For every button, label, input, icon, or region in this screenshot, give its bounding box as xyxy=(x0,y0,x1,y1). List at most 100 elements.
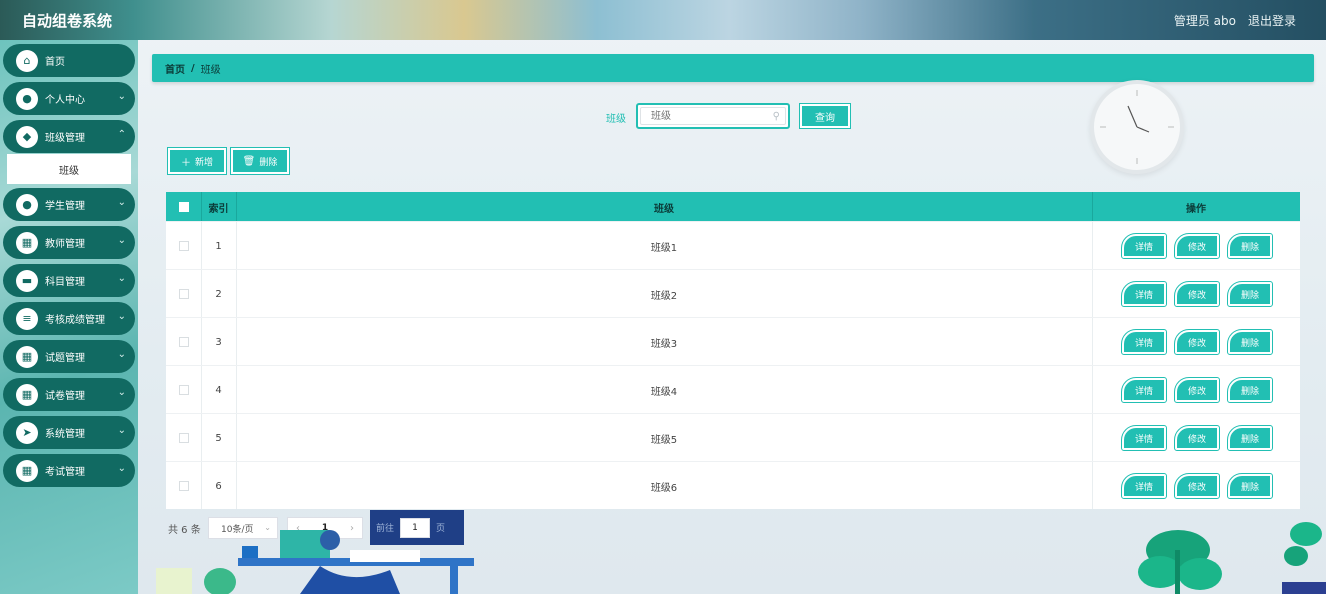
edit-button[interactable]: 修改 xyxy=(1174,329,1220,355)
delete-button[interactable]: 删除 xyxy=(1227,329,1273,355)
sidebar-item-home[interactable]: ⌂ 首页 xyxy=(3,44,135,77)
breadcrumb-home[interactable]: 首页 xyxy=(165,61,185,76)
table-row: 1 班级1 详情 修改 删除 xyxy=(166,221,1300,269)
sidebar-subitem-class[interactable]: 班级 xyxy=(7,154,131,184)
chevron-down-icon: ⌄ xyxy=(117,349,126,360)
edit-button[interactable]: 修改 xyxy=(1174,281,1220,307)
sidebar-item-label: 教师管理 xyxy=(45,239,85,250)
row-index: 5 xyxy=(215,432,222,444)
sidebar-item-label: 首页 xyxy=(45,57,65,68)
row-class-name: 班级5 xyxy=(650,434,678,446)
table-row: 4 班级4 详情 修改 删除 xyxy=(166,365,1300,413)
logout-link[interactable]: 退出登录 xyxy=(1248,12,1296,29)
top-header: 自动组卷系统 管理员 abo 退出登录 xyxy=(0,0,1326,40)
row-checkbox-cell xyxy=(166,366,201,414)
table-header: 索引 班级 操作 xyxy=(166,192,1300,222)
row-index: 1 xyxy=(215,240,222,252)
chevron-down-icon: ⌄ xyxy=(117,425,126,436)
chevron-up-icon: ⌃ xyxy=(117,129,126,140)
class-table: 索引 班级 操作 1 班级1 详情 修改 删除 2 班级2 详情 修改 删除 3 xyxy=(166,192,1300,509)
sidebar-item-teacher-management[interactable]: ▦ 教师管理 ⌄ xyxy=(3,226,135,259)
delete-button[interactable]: 删除 xyxy=(1227,377,1273,403)
sidebar-item-label: 考试管理 xyxy=(45,467,85,478)
sidebar-item-label: 试卷管理 xyxy=(45,391,85,402)
desk-illustration xyxy=(156,530,474,594)
chevron-down-icon: ⌄ xyxy=(117,311,126,322)
select-all-checkbox[interactable] xyxy=(178,202,189,212)
delete-button[interactable]: 删除 xyxy=(1227,473,1273,499)
sidebar-item-student-management[interactable]: ● 学生管理 ⌄ xyxy=(3,188,135,221)
sidebar-item-label: 班级管理 xyxy=(45,133,85,144)
row-class-name: 班级1 xyxy=(650,242,678,254)
sidebar: ⌂ 首页 ● 个人中心 ⌄ ◆ 班级管理 ⌃ 班级 ● 学生管理 ⌄ ▦ 教师管… xyxy=(0,40,138,594)
row-checkbox[interactable] xyxy=(178,481,189,491)
detail-button[interactable]: 详情 xyxy=(1121,281,1167,307)
row-checkbox-cell xyxy=(166,222,201,270)
sidebar-item-class-management[interactable]: ◆ 班级管理 ⌃ xyxy=(3,120,135,153)
chevron-down-icon: ⌄ xyxy=(117,387,126,398)
row-class-name: 班级3 xyxy=(650,338,678,350)
row-checkbox[interactable] xyxy=(178,385,189,395)
sidebar-item-paper-management[interactable]: ▦ 试卷管理 ⌄ xyxy=(3,378,135,411)
row-index: 3 xyxy=(215,336,222,348)
breadcrumb-separator: / xyxy=(191,62,195,74)
breadcrumb: 首页 / 班级 xyxy=(152,54,1314,82)
table-row: 2 班级2 详情 修改 删除 xyxy=(166,269,1300,317)
chevron-down-icon: ⌄ xyxy=(117,91,126,102)
sidebar-item-score-management[interactable]: ≡ 考核成绩管理 ⌄ xyxy=(3,302,135,335)
sidebar-item-subject-management[interactable]: ▬ 科目管理 ⌄ xyxy=(3,264,135,297)
delete-button[interactable]: 删除 xyxy=(1227,425,1273,451)
add-button[interactable]: ＋ 新增 xyxy=(167,147,227,175)
row-class-name: 班级2 xyxy=(650,290,678,302)
sidebar-item-label: 个人中心 xyxy=(45,95,85,106)
sidebar-item-question-management[interactable]: ▦ 试题管理 ⌄ xyxy=(3,340,135,373)
detail-button[interactable]: 详情 xyxy=(1121,233,1167,259)
detail-button[interactable]: 详情 xyxy=(1121,473,1167,499)
detail-button[interactable]: 详情 xyxy=(1121,377,1167,403)
table-row: 5 班级5 详情 修改 删除 xyxy=(166,413,1300,461)
grid-icon: ▦ xyxy=(16,231,38,254)
delete-button[interactable]: 删除 xyxy=(1227,281,1273,307)
header-checkbox-cell xyxy=(166,192,201,222)
clock-icon xyxy=(1100,90,1174,164)
trash-icon: 🗑 xyxy=(242,155,256,167)
edit-button[interactable]: 修改 xyxy=(1174,233,1220,259)
plant-decoration xyxy=(1138,522,1326,594)
sidebar-item-system-management[interactable]: ➤ 系统管理 ⌄ xyxy=(3,416,135,449)
chevron-down-icon: ⌄ xyxy=(117,197,126,208)
header-operations: 操作 xyxy=(1186,203,1206,215)
detail-button[interactable]: 详情 xyxy=(1121,425,1167,451)
plus-icon: ＋ xyxy=(180,157,191,169)
grid-icon: ▦ xyxy=(16,383,38,406)
grid-icon: ▦ xyxy=(16,345,38,368)
row-checkbox[interactable] xyxy=(178,337,189,347)
list-icon: ≡ xyxy=(16,307,38,330)
edit-button[interactable]: 修改 xyxy=(1174,425,1220,451)
search-input[interactable] xyxy=(640,107,786,125)
row-checkbox-cell xyxy=(166,318,201,366)
query-button[interactable]: 查询 xyxy=(799,103,851,129)
delete-button[interactable]: 删除 xyxy=(1227,233,1273,259)
delete-button-label: 删除 xyxy=(259,157,278,168)
detail-button[interactable]: 详情 xyxy=(1121,329,1167,355)
sidebar-item-label: 科目管理 xyxy=(45,277,85,288)
row-checkbox[interactable] xyxy=(178,289,189,299)
row-index: 6 xyxy=(215,480,222,492)
sidebar-item-label: 考核成绩管理 xyxy=(45,315,105,326)
chevron-down-icon: ⌄ xyxy=(117,273,126,284)
edit-button[interactable]: 修改 xyxy=(1174,473,1220,499)
edit-button[interactable]: 修改 xyxy=(1174,377,1220,403)
shield-icon: ◆ xyxy=(16,125,38,148)
sidebar-item-exam-management[interactable]: ▦ 考试管理 ⌄ xyxy=(3,454,135,487)
row-index: 4 xyxy=(215,384,222,396)
header-class: 班级 xyxy=(654,203,674,215)
row-checkbox-cell xyxy=(166,462,201,510)
sidebar-item-profile[interactable]: ● 个人中心 ⌄ xyxy=(3,82,135,115)
row-checkbox[interactable] xyxy=(178,241,189,251)
row-checkbox-cell xyxy=(166,414,201,462)
batch-delete-button[interactable]: 🗑 删除 xyxy=(230,147,290,175)
row-checkbox-cell xyxy=(166,270,201,318)
sidebar-item-label: 学生管理 xyxy=(45,201,85,212)
row-checkbox[interactable] xyxy=(178,433,189,443)
chevron-down-icon: ⌄ xyxy=(117,463,126,474)
